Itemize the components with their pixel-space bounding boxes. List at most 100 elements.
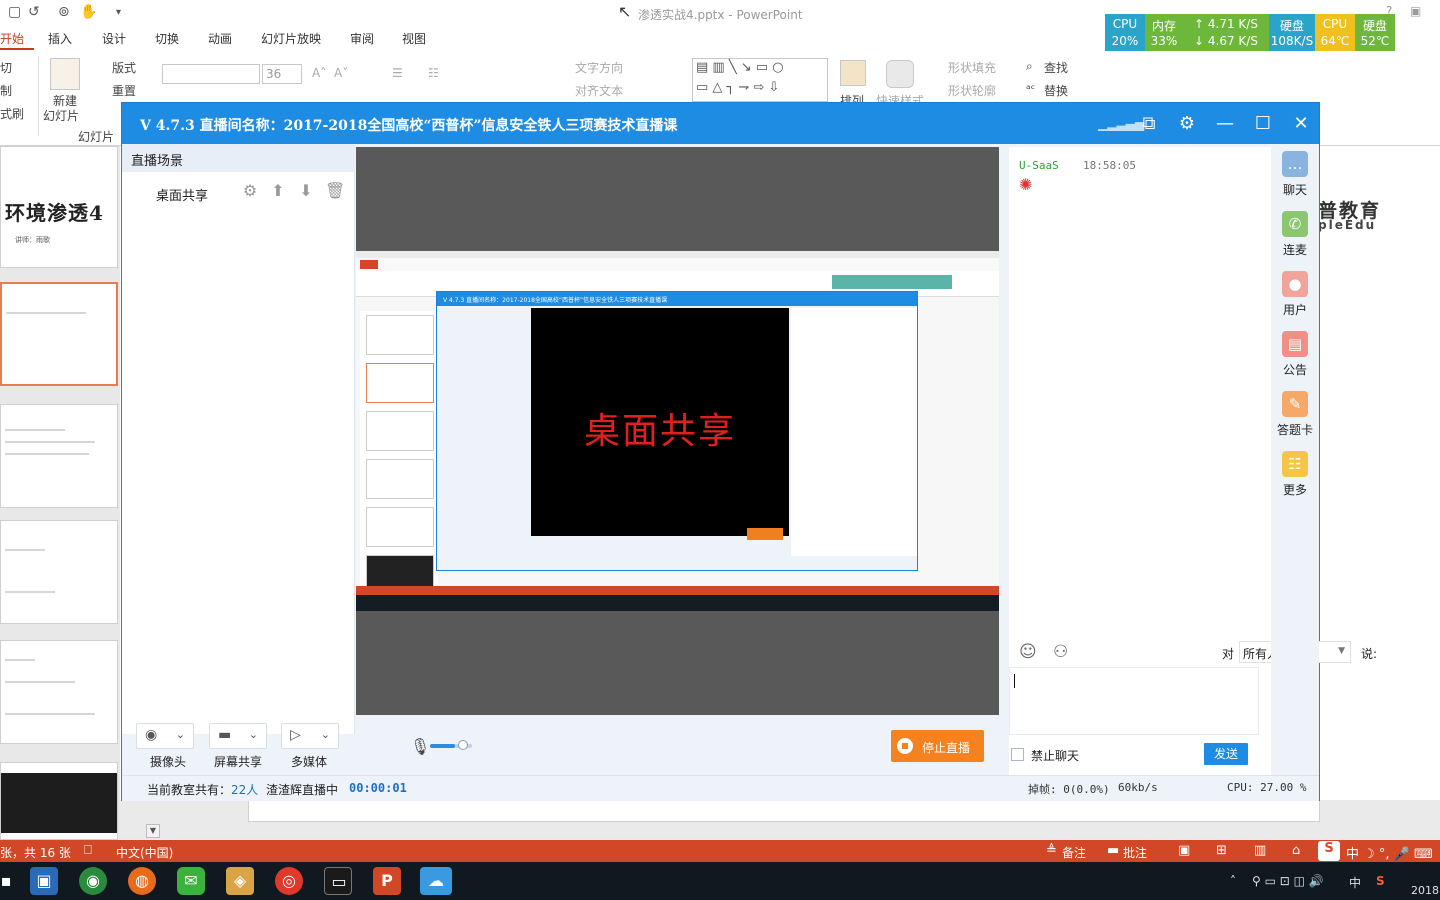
font-name-input[interactable] (162, 64, 260, 84)
tab-design[interactable]: 设计 (102, 30, 126, 47)
taskbar-app[interactable]: ✉ (177, 867, 205, 895)
minimize-icon[interactable]: — (1212, 111, 1238, 137)
comments-button[interactable]: 批注 (1123, 844, 1147, 861)
slide-sorter-icon[interactable]: ⊞ (1216, 843, 1227, 858)
language-indicator[interactable]: 中文(中国) (116, 844, 173, 861)
tray-sogou-icon[interactable]: S (1376, 874, 1385, 888)
new-slide-icon[interactable] (50, 58, 80, 90)
quick-styles-icon[interactable] (886, 60, 914, 88)
side-nav-answer-card[interactable]: ✎ 答题卡 (1271, 387, 1319, 445)
scene-item-desktop-share[interactable]: 桌面共享 (156, 185, 208, 204)
taskbar-app[interactable]: ▣ (30, 867, 58, 895)
shape-outline-button[interactable]: 形状轮廓 (948, 82, 996, 99)
tray-ime[interactable]: 中 (1349, 874, 1361, 891)
slide-thumbnail-selected[interactable] (0, 282, 118, 386)
bullets-icon[interactable]: ☰ (392, 66, 403, 80)
scroll-down-button[interactable]: ▼ (146, 824, 160, 838)
tab-animations[interactable]: 动画 (208, 30, 232, 47)
layout-button[interactable]: 版式 (112, 59, 136, 76)
multimedia-button[interactable]: ▷ ⌄ (281, 723, 339, 749)
taskbar-app[interactable]: ▭ (324, 867, 352, 895)
maximize-icon[interactable]: ☐ (1250, 111, 1276, 137)
slide-thumbnail[interactable] (0, 520, 118, 624)
taskbar-app[interactable]: P (373, 867, 401, 895)
tab-transitions[interactable]: 切换 (155, 30, 179, 47)
save-icon[interactable]: ▢ (8, 4, 21, 20)
taskbar-app[interactable]: ◈ (226, 867, 254, 895)
taskbar-app[interactable]: ◎ (275, 867, 303, 895)
taskbar-app[interactable]: ▪ (0, 867, 20, 895)
ime-status-icons[interactable]: 中 ☽ °, 🎤 ⌨ (1346, 843, 1433, 862)
presenter-icon[interactable]: ⊚ (58, 4, 70, 20)
taskbar-app[interactable]: ◉ (79, 867, 107, 895)
spellcheck-icon[interactable]: ⎕ (84, 843, 92, 858)
chat-input[interactable] (1009, 667, 1259, 735)
arrow-down-icon[interactable]: ⬇ (297, 182, 315, 200)
monitor-cpu-temp: CPU 64℃ (1315, 14, 1355, 51)
tab-view[interactable]: 视图 (402, 30, 426, 47)
arrange-icon[interactable] (840, 60, 866, 86)
chat-panel: U-SaaS 18:58:05 ✺ ☺ ⚇ 对 所有人 ▼ 说: 禁止聊天 发送 (1009, 147, 1377, 775)
new-slide-button-line2[interactable]: 幻灯片 (43, 107, 79, 124)
tray-overflow-icon[interactable]: ˄ (1230, 874, 1236, 888)
tab-home[interactable]: 开始 (0, 26, 34, 50)
gear-icon[interactable]: ⚙ (241, 182, 259, 200)
tab-insert[interactable]: 插入 (48, 30, 72, 47)
format-painter-button[interactable]: 式刷 (0, 105, 24, 122)
shape-fill-button[interactable]: 形状填充 (948, 59, 996, 76)
slide-thumbnail[interactable] (0, 762, 118, 840)
stop-live-button[interactable]: 停止直播 (891, 730, 984, 762)
screen-share-button[interactable]: ▬ ⌄ (209, 723, 267, 749)
notes-area[interactable] (248, 800, 1320, 822)
ribbon-display-icon[interactable]: ▣ (1410, 4, 1421, 18)
side-nav-more[interactable]: ☷ 更多 (1271, 447, 1319, 505)
normal-view-icon[interactable]: ▣ (1178, 843, 1190, 858)
slide-thumbnail[interactable] (0, 404, 118, 508)
side-nav-announcement[interactable]: ▤ 公告 (1271, 327, 1319, 385)
decrease-font-icon[interactable]: A˅ (334, 66, 348, 80)
pip-icon[interactable]: ⧉ (1136, 111, 1162, 137)
tab-review[interactable]: 审阅 (350, 30, 374, 47)
slide-thumbnail[interactable]: 环境渗透4 讲师：雨歌 (0, 146, 118, 268)
users-icon[interactable]: ⚇ (1053, 642, 1068, 662)
send-button[interactable]: 发送 (1204, 743, 1248, 765)
emoji-icon[interactable]: ☺ (1019, 642, 1037, 662)
cut-button[interactable]: 切 (0, 59, 12, 76)
find-button[interactable]: 查找 (1044, 59, 1068, 76)
text-direction-button[interactable]: 文字方向 (575, 59, 623, 76)
camera-button[interactable]: ◉ ⌄ (136, 723, 194, 749)
sogou-ime-icon[interactable]: S (1318, 841, 1340, 861)
taskbar-app-active[interactable]: ☁ (420, 867, 452, 895)
undo-icon[interactable]: ↺ (28, 4, 40, 20)
notes-button[interactable]: 备注 (1062, 844, 1086, 861)
arrow-up-icon[interactable]: ⬆ (269, 182, 287, 200)
touch-mode-icon[interactable]: ✋ (80, 4, 97, 20)
close-icon[interactable]: ✕ (1288, 111, 1314, 137)
align-text-button[interactable]: 对齐文本 (575, 82, 623, 99)
mouse-cursor-icon: ↖ (618, 2, 632, 21)
side-nav-users[interactable]: ● 用户 (1271, 267, 1319, 325)
monitor-value: 20% (1111, 34, 1139, 48)
reset-button[interactable]: 重置 (112, 82, 136, 99)
taskbar-app[interactable]: ◍ (128, 867, 156, 895)
tray-icons[interactable]: ⚲ ▭ ⊡ ◫ 🔊 (1252, 874, 1324, 888)
slide-thumbnail[interactable] (0, 640, 118, 744)
side-nav-chat[interactable]: … 聊天 (1271, 147, 1319, 205)
nested-live-title: V 4.7.3 直播间名称：2017-2018全国高校“西普杯”信息安全铁人三项… (437, 292, 917, 306)
mute-chat-checkbox[interactable] (1011, 748, 1024, 761)
numbering-icon[interactable]: ☷ (428, 66, 439, 80)
font-size-input[interactable]: 36 (262, 64, 302, 84)
slideshow-view-icon[interactable]: ⌂ (1292, 843, 1300, 858)
replace-button[interactable]: 替换 (1044, 82, 1068, 99)
reading-view-icon[interactable]: ▥ (1254, 843, 1266, 858)
increase-font-icon[interactable]: A˄ (312, 66, 326, 80)
tab-slideshow[interactable]: 幻灯片放映 (261, 30, 321, 47)
trash-icon[interactable]: 🗑 (325, 182, 345, 200)
gear-icon[interactable]: ⚙ (1174, 111, 1200, 137)
copy-button[interactable]: 制 (0, 82, 12, 99)
tray-clock[interactable]: 2018 (1411, 884, 1439, 897)
side-nav-mic-link[interactable]: ✆ 连麦 (1271, 207, 1319, 265)
microphone-icon[interactable]: 🎙 (410, 737, 430, 756)
customize-qat-icon[interactable]: ▾ (116, 7, 121, 18)
mic-volume-handle[interactable] (458, 740, 468, 750)
